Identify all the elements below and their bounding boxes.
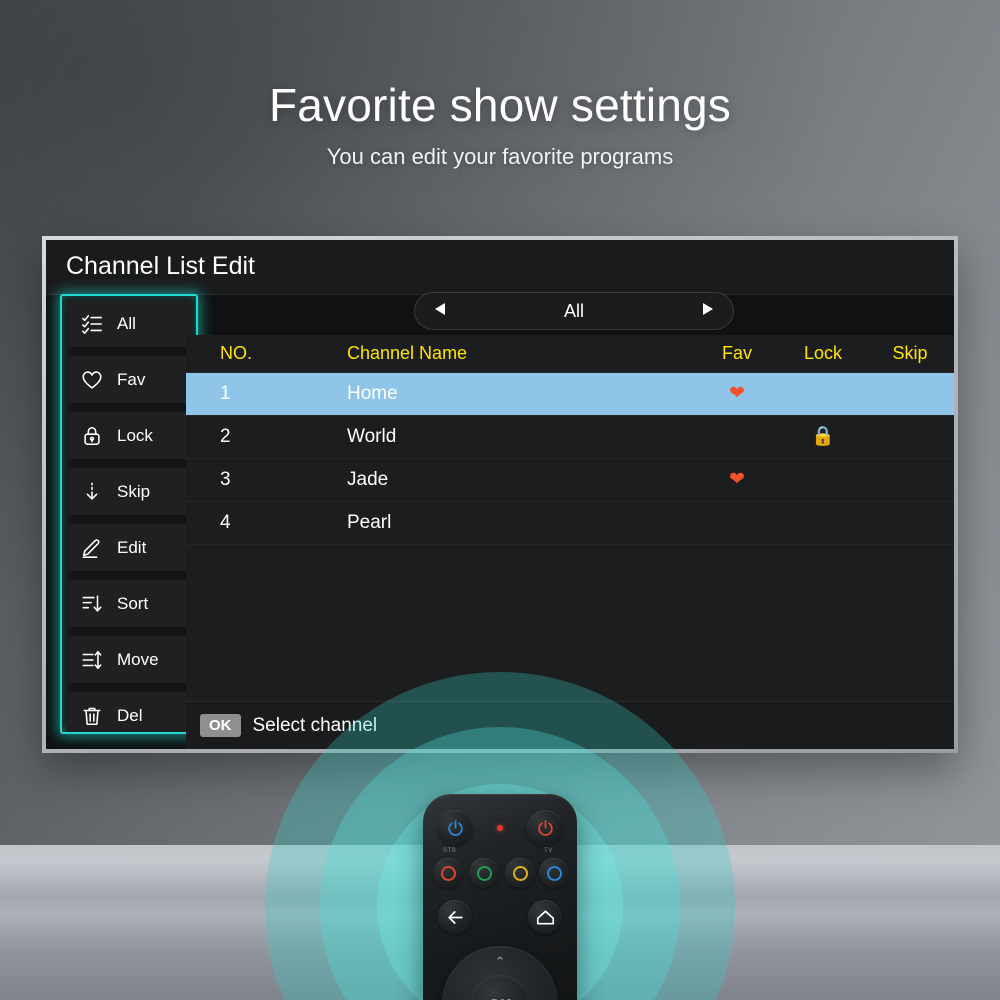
table-body: 1 Home ❤ 2 World 🔒 3 Jade ❤ 4 Pearl bbox=[186, 373, 954, 545]
screen-title: Channel List Edit bbox=[66, 252, 256, 280]
cell-lock: 🔒 bbox=[780, 426, 866, 448]
tv-label: TV bbox=[544, 848, 553, 854]
column-header-lock: Lock bbox=[803, 343, 843, 363]
sidebar-item-label: Sort bbox=[117, 593, 149, 613]
column-header-skip: Skip bbox=[892, 343, 928, 363]
dpad[interactable]: ⌃ ‹ › OK bbox=[442, 946, 558, 1000]
sort-descending-icon bbox=[79, 591, 105, 617]
stb-label: STB bbox=[443, 848, 457, 854]
ok-key-badge: OK bbox=[200, 714, 241, 737]
channel-table: NO. Channel Name Fav Lock Skip 1 Home ❤ 2 Wo… bbox=[186, 335, 954, 701]
checklist-icon bbox=[79, 311, 105, 337]
table-row[interactable]: 3 Jade ❤ bbox=[186, 459, 954, 502]
table-row[interactable]: 2 World 🔒 bbox=[186, 416, 954, 459]
cell-fav: ❤ bbox=[694, 383, 780, 405]
page-title: Favorite show settings bbox=[268, 79, 732, 131]
power-stb-button[interactable] bbox=[437, 810, 473, 846]
skip-down-arrow-icon bbox=[79, 479, 105, 505]
sidebar-menu[interactable]: All Fav Lock Skip Edit Sort Move Del bbox=[60, 294, 198, 734]
cell-fav: ❤ bbox=[694, 469, 780, 491]
fav-heart-icon: ❤ bbox=[729, 469, 745, 490]
back-arrow-icon[interactable] bbox=[438, 900, 472, 934]
column-header-name: Channel Name bbox=[347, 343, 468, 363]
heart-icon bbox=[79, 367, 105, 393]
filter-label: All bbox=[563, 300, 584, 321]
cell-no: 1 bbox=[220, 383, 231, 404]
tv-screen: Channel List Edit All Fav Lock Skip Edit… bbox=[46, 240, 954, 749]
sidebar-item-label: Edit bbox=[117, 537, 147, 557]
lock-badge-icon: 🔒 bbox=[811, 426, 835, 447]
power-tv-button[interactable] bbox=[527, 810, 563, 846]
sidebar-item-del[interactable]: Del bbox=[67, 692, 191, 732]
dpad-left[interactable]: ‹ bbox=[452, 997, 456, 1000]
mic-slot bbox=[495, 810, 505, 813]
column-header-fav: Fav bbox=[721, 343, 752, 363]
sidebar-item-sort[interactable]: Sort bbox=[67, 580, 191, 627]
category-filter[interactable]: All bbox=[414, 292, 734, 330]
dpad-up[interactable]: ⌃ bbox=[495, 954, 506, 970]
cell-name: Jade bbox=[347, 469, 389, 490]
sidebar-item-fav[interactable]: Fav bbox=[67, 356, 191, 403]
trash-icon bbox=[79, 703, 105, 729]
sidebar-item-all[interactable]: All bbox=[67, 300, 191, 347]
dpad-right[interactable]: › bbox=[544, 997, 548, 1000]
cell-no: 4 bbox=[220, 512, 231, 533]
color-button-red[interactable] bbox=[433, 858, 463, 888]
sidebar-item-label: Lock bbox=[117, 425, 153, 445]
cell-name: Home bbox=[347, 383, 398, 404]
column-header-no: NO. bbox=[220, 343, 253, 363]
tv-set: Channel List Edit All Fav Lock Skip Edit… bbox=[42, 236, 958, 753]
triangle-right-icon[interactable] bbox=[699, 301, 715, 322]
sidebar-item-label: Fav bbox=[117, 369, 146, 389]
ok-button[interactable]: OK bbox=[471, 975, 529, 1000]
fav-heart-icon: ❤ bbox=[729, 383, 745, 404]
sidebar-item-label: Skip bbox=[117, 481, 151, 501]
screen-header: Channel List Edit bbox=[46, 240, 954, 295]
table-row[interactable]: 4 Pearl bbox=[186, 502, 954, 545]
color-button-green[interactable] bbox=[469, 858, 499, 888]
page-subtitle: You can edit your favorite programs bbox=[326, 144, 674, 169]
table-row[interactable]: 1 Home ❤ bbox=[186, 373, 954, 416]
color-button-blue[interactable] bbox=[539, 858, 569, 888]
lock-icon bbox=[79, 423, 105, 449]
status-led bbox=[497, 825, 503, 831]
sidebar-item-label: Del bbox=[117, 705, 143, 725]
color-button-yellow[interactable] bbox=[505, 858, 535, 888]
sidebar-item-label: Move bbox=[117, 649, 159, 669]
sidebar-item-label: All bbox=[117, 313, 136, 333]
cell-name: Pearl bbox=[347, 512, 392, 533]
promo-scene: Favorite show settings You can edit your… bbox=[0, 0, 1000, 1000]
cell-no: 2 bbox=[220, 426, 231, 447]
footer-action-label: Select channel bbox=[252, 714, 378, 736]
pencil-icon bbox=[79, 535, 105, 561]
remote-control: STB TV ⌃ ‹ › OK bbox=[423, 794, 577, 1000]
screen-footer: OK Select channel bbox=[186, 701, 954, 749]
cell-no: 3 bbox=[220, 469, 231, 490]
sidebar-item-skip[interactable]: Skip bbox=[67, 468, 191, 515]
table-header-row: NO. Channel Name Fav Lock Skip bbox=[186, 335, 954, 373]
move-updown-icon bbox=[79, 647, 105, 673]
triangle-left-icon[interactable] bbox=[433, 301, 449, 322]
cell-name: World bbox=[347, 426, 397, 447]
sidebar-item-move[interactable]: Move bbox=[67, 636, 191, 683]
sidebar-item-lock[interactable]: Lock bbox=[67, 412, 191, 459]
sidebar-item-edit[interactable]: Edit bbox=[67, 524, 191, 571]
home-icon[interactable] bbox=[528, 900, 562, 934]
